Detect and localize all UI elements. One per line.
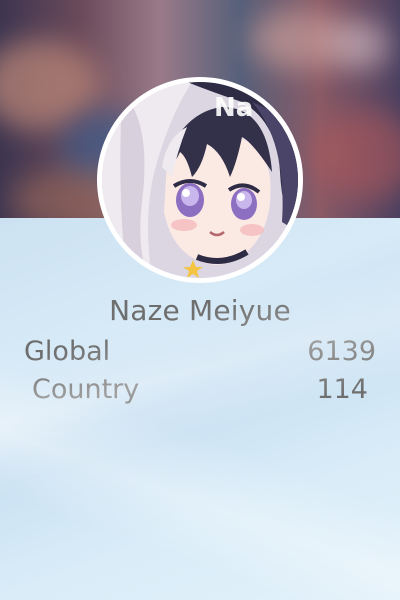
username: Naze Meiyue — [109, 294, 291, 327]
anime-girl-avatar-icon: Na — [102, 82, 298, 278]
profile-card: Na Naze Meiyue Global 6139 Country 114 — [0, 0, 400, 600]
country-rank-value: 114 — [316, 374, 368, 405]
global-rank-value: 6139 — [307, 336, 376, 367]
avatar-overlay-text: Na — [214, 93, 253, 123]
avatar[interactable]: Na — [97, 77, 303, 283]
global-rank-label: Global — [24, 336, 111, 367]
country-rank-label: Country — [32, 374, 140, 405]
